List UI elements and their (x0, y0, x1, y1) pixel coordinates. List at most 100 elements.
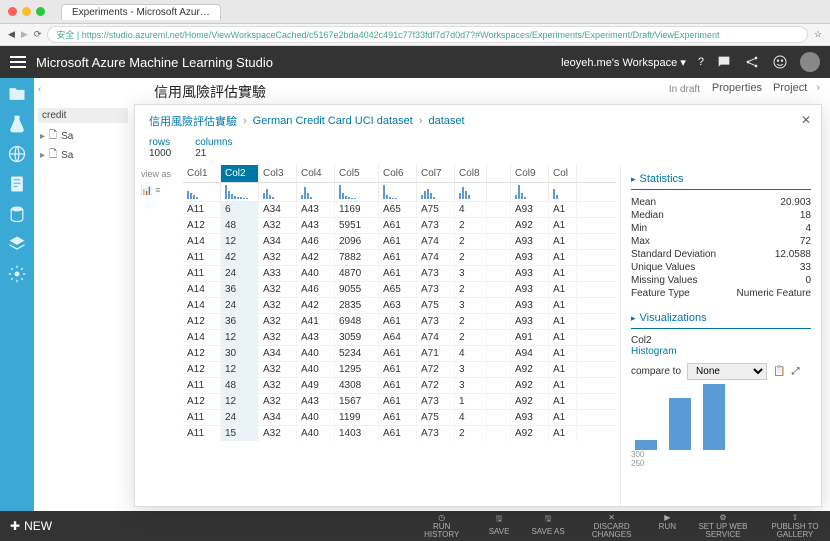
table-cell: A73 (417, 266, 455, 281)
table-row[interactable]: A116A34A431169A65A754A93A1 (183, 201, 616, 217)
address-bar[interactable]: 安全 | https://studio.azureml.net/Home/Vie… (47, 26, 808, 43)
chat-icon[interactable] (716, 54, 732, 70)
back-icon[interactable]: ◀ (8, 29, 15, 40)
table-cell: 3 (455, 362, 487, 377)
table-cell (487, 330, 511, 345)
table-cell: 1169 (335, 202, 379, 217)
table-cell: 2 (455, 282, 487, 297)
collapse-left-icon[interactable]: ‹ (38, 84, 41, 95)
column-header[interactable]: Col8 (455, 165, 487, 182)
close-icon[interactable]: ✕ (801, 113, 811, 127)
new-button[interactable]: ✚ NEW (10, 519, 52, 533)
table-row[interactable]: A1230A34A405234A61A714A94A1 (183, 345, 616, 361)
help-icon[interactable]: ? (698, 56, 704, 68)
table-row[interactable]: A1436A32A469055A65A732A93A1 (183, 281, 616, 297)
azure-header: Microsoft Azure Machine Learning Studio … (0, 46, 830, 78)
table-cell: A61 (379, 426, 417, 441)
column-header[interactable]: Col6 (379, 165, 417, 182)
tab-properties[interactable]: Properties (712, 82, 762, 94)
column-header[interactable]: Col3 (259, 165, 297, 182)
close-window-icon[interactable] (8, 7, 17, 16)
minimize-window-icon[interactable] (22, 7, 31, 16)
table-cell: 12 (221, 234, 259, 249)
column-header[interactable]: Col9 (511, 165, 549, 182)
table-row[interactable]: A1412A32A433059A64A742A91A1 (183, 329, 616, 345)
table-row[interactable]: A1212A32A401295A61A723A92A1 (183, 361, 616, 377)
table-row[interactable]: A1236A32A416948A61A732A93A1 (183, 313, 616, 329)
column-header[interactable]: Col7 (417, 165, 455, 182)
table-cell (487, 234, 511, 249)
projects-icon[interactable] (7, 84, 27, 104)
share-icon[interactable] (744, 54, 760, 70)
column-header[interactable]: Col (549, 165, 577, 182)
table-row[interactable]: A1212A32A431567A61A731A92A1 (183, 393, 616, 409)
settings-icon[interactable] (7, 264, 27, 284)
table-row[interactable]: A1124A34A401199A61A754A93A1 (183, 409, 616, 425)
workspace-picker[interactable]: leoyeh.me's Workspace ▾ (561, 56, 686, 69)
experiments-icon[interactable] (7, 114, 27, 134)
tree-search[interactable]: credit (38, 108, 128, 123)
table-cell (487, 298, 511, 313)
column-header[interactable]: Col4 (297, 165, 335, 182)
table-cell: A73 (417, 314, 455, 329)
table-cell: A42 (297, 250, 335, 265)
table-cell: 42 (221, 250, 259, 265)
view-histogram-icon[interactable]: 📊 (141, 185, 152, 196)
crumb[interactable]: German Credit Card UCI dataset (253, 115, 413, 127)
star-icon[interactable]: ☆ (814, 29, 822, 40)
table-cell: A63 (379, 298, 417, 313)
crumb[interactable]: 信用風險評估實驗 (149, 113, 237, 129)
footer-button[interactable]: ⇧PUBLISH TO GALLERY (770, 513, 820, 539)
table-row[interactable]: A1248A32A435951A61A732A92A1 (183, 217, 616, 233)
table-row[interactable]: A1148A32A494308A61A723A92A1 (183, 377, 616, 393)
column-sparkline-icon (417, 183, 455, 201)
view-raw-icon[interactable]: ≡ (155, 185, 160, 196)
footer-button[interactable]: ▶RUN (659, 513, 676, 539)
web-services-icon[interactable] (7, 144, 27, 164)
table-row[interactable]: A1424A32A422835A63A753A93A1 (183, 297, 616, 313)
compare-select[interactable]: None (687, 363, 767, 380)
tree-item[interactable]: ▸🗋 Sa (38, 127, 128, 146)
expand-icon[interactable]: ⤢ (791, 366, 799, 377)
table-cell: 15 (221, 426, 259, 441)
maximize-window-icon[interactable] (36, 7, 45, 16)
histogram-chart (631, 380, 811, 450)
column-header[interactable]: Col2 (221, 165, 259, 182)
footer-button[interactable]: ✕DISCARD CHANGES (587, 513, 637, 539)
experiment-status: In draft (669, 84, 700, 95)
view-as-label: view as (141, 169, 177, 179)
tree-item[interactable]: ▸🗋 Sa (38, 146, 128, 165)
collapse-right-icon[interactable]: › (816, 82, 820, 94)
footer-button[interactable]: ⚙SET UP WEB SERVICE (698, 513, 748, 539)
footer-button[interactable]: 🖫SAVE AS (531, 513, 564, 539)
tab-project[interactable]: Project (773, 82, 807, 94)
viz-type[interactable]: Histogram (631, 346, 811, 357)
table-row[interactable]: A1142A32A427882A61A742A93A1 (183, 249, 616, 265)
browser-tab[interactable]: Experiments - Microsoft Azur… (61, 4, 221, 20)
table-cell: A11 (183, 250, 221, 265)
trained-models-icon[interactable] (7, 234, 27, 254)
table-row[interactable]: A1412A34A462096A61A742A93A1 (183, 233, 616, 249)
copy-icon[interactable]: 📋 (773, 366, 785, 377)
smile-icon[interactable] (772, 54, 788, 70)
table-cell: 1567 (335, 394, 379, 409)
notebooks-icon[interactable] (7, 174, 27, 194)
table-row[interactable]: A1124A33A404870A61A733A93A1 (183, 265, 616, 281)
table-cell: 9055 (335, 282, 379, 297)
table-row[interactable]: A1115A32A401403A61A732A92A1 (183, 425, 616, 441)
column-header[interactable] (487, 165, 511, 182)
footer-button[interactable]: ◷RUN HISTORY (417, 513, 467, 539)
column-header[interactable]: Col1 (183, 165, 221, 182)
avatar[interactable] (800, 52, 820, 72)
datasets-icon[interactable] (7, 204, 27, 224)
reload-icon[interactable]: ⟳ (34, 29, 42, 40)
table-cell: 1295 (335, 362, 379, 377)
stat-row: Missing Values0 (631, 274, 811, 287)
forward-icon[interactable]: ▶ (21, 29, 28, 40)
table-cell: A41 (297, 314, 335, 329)
table-cell: 24 (221, 298, 259, 313)
footer-button[interactable]: 🖫SAVE (489, 513, 510, 539)
column-header[interactable]: Col5 (335, 165, 379, 182)
hamburger-icon[interactable] (10, 56, 26, 68)
table-cell: 4308 (335, 378, 379, 393)
